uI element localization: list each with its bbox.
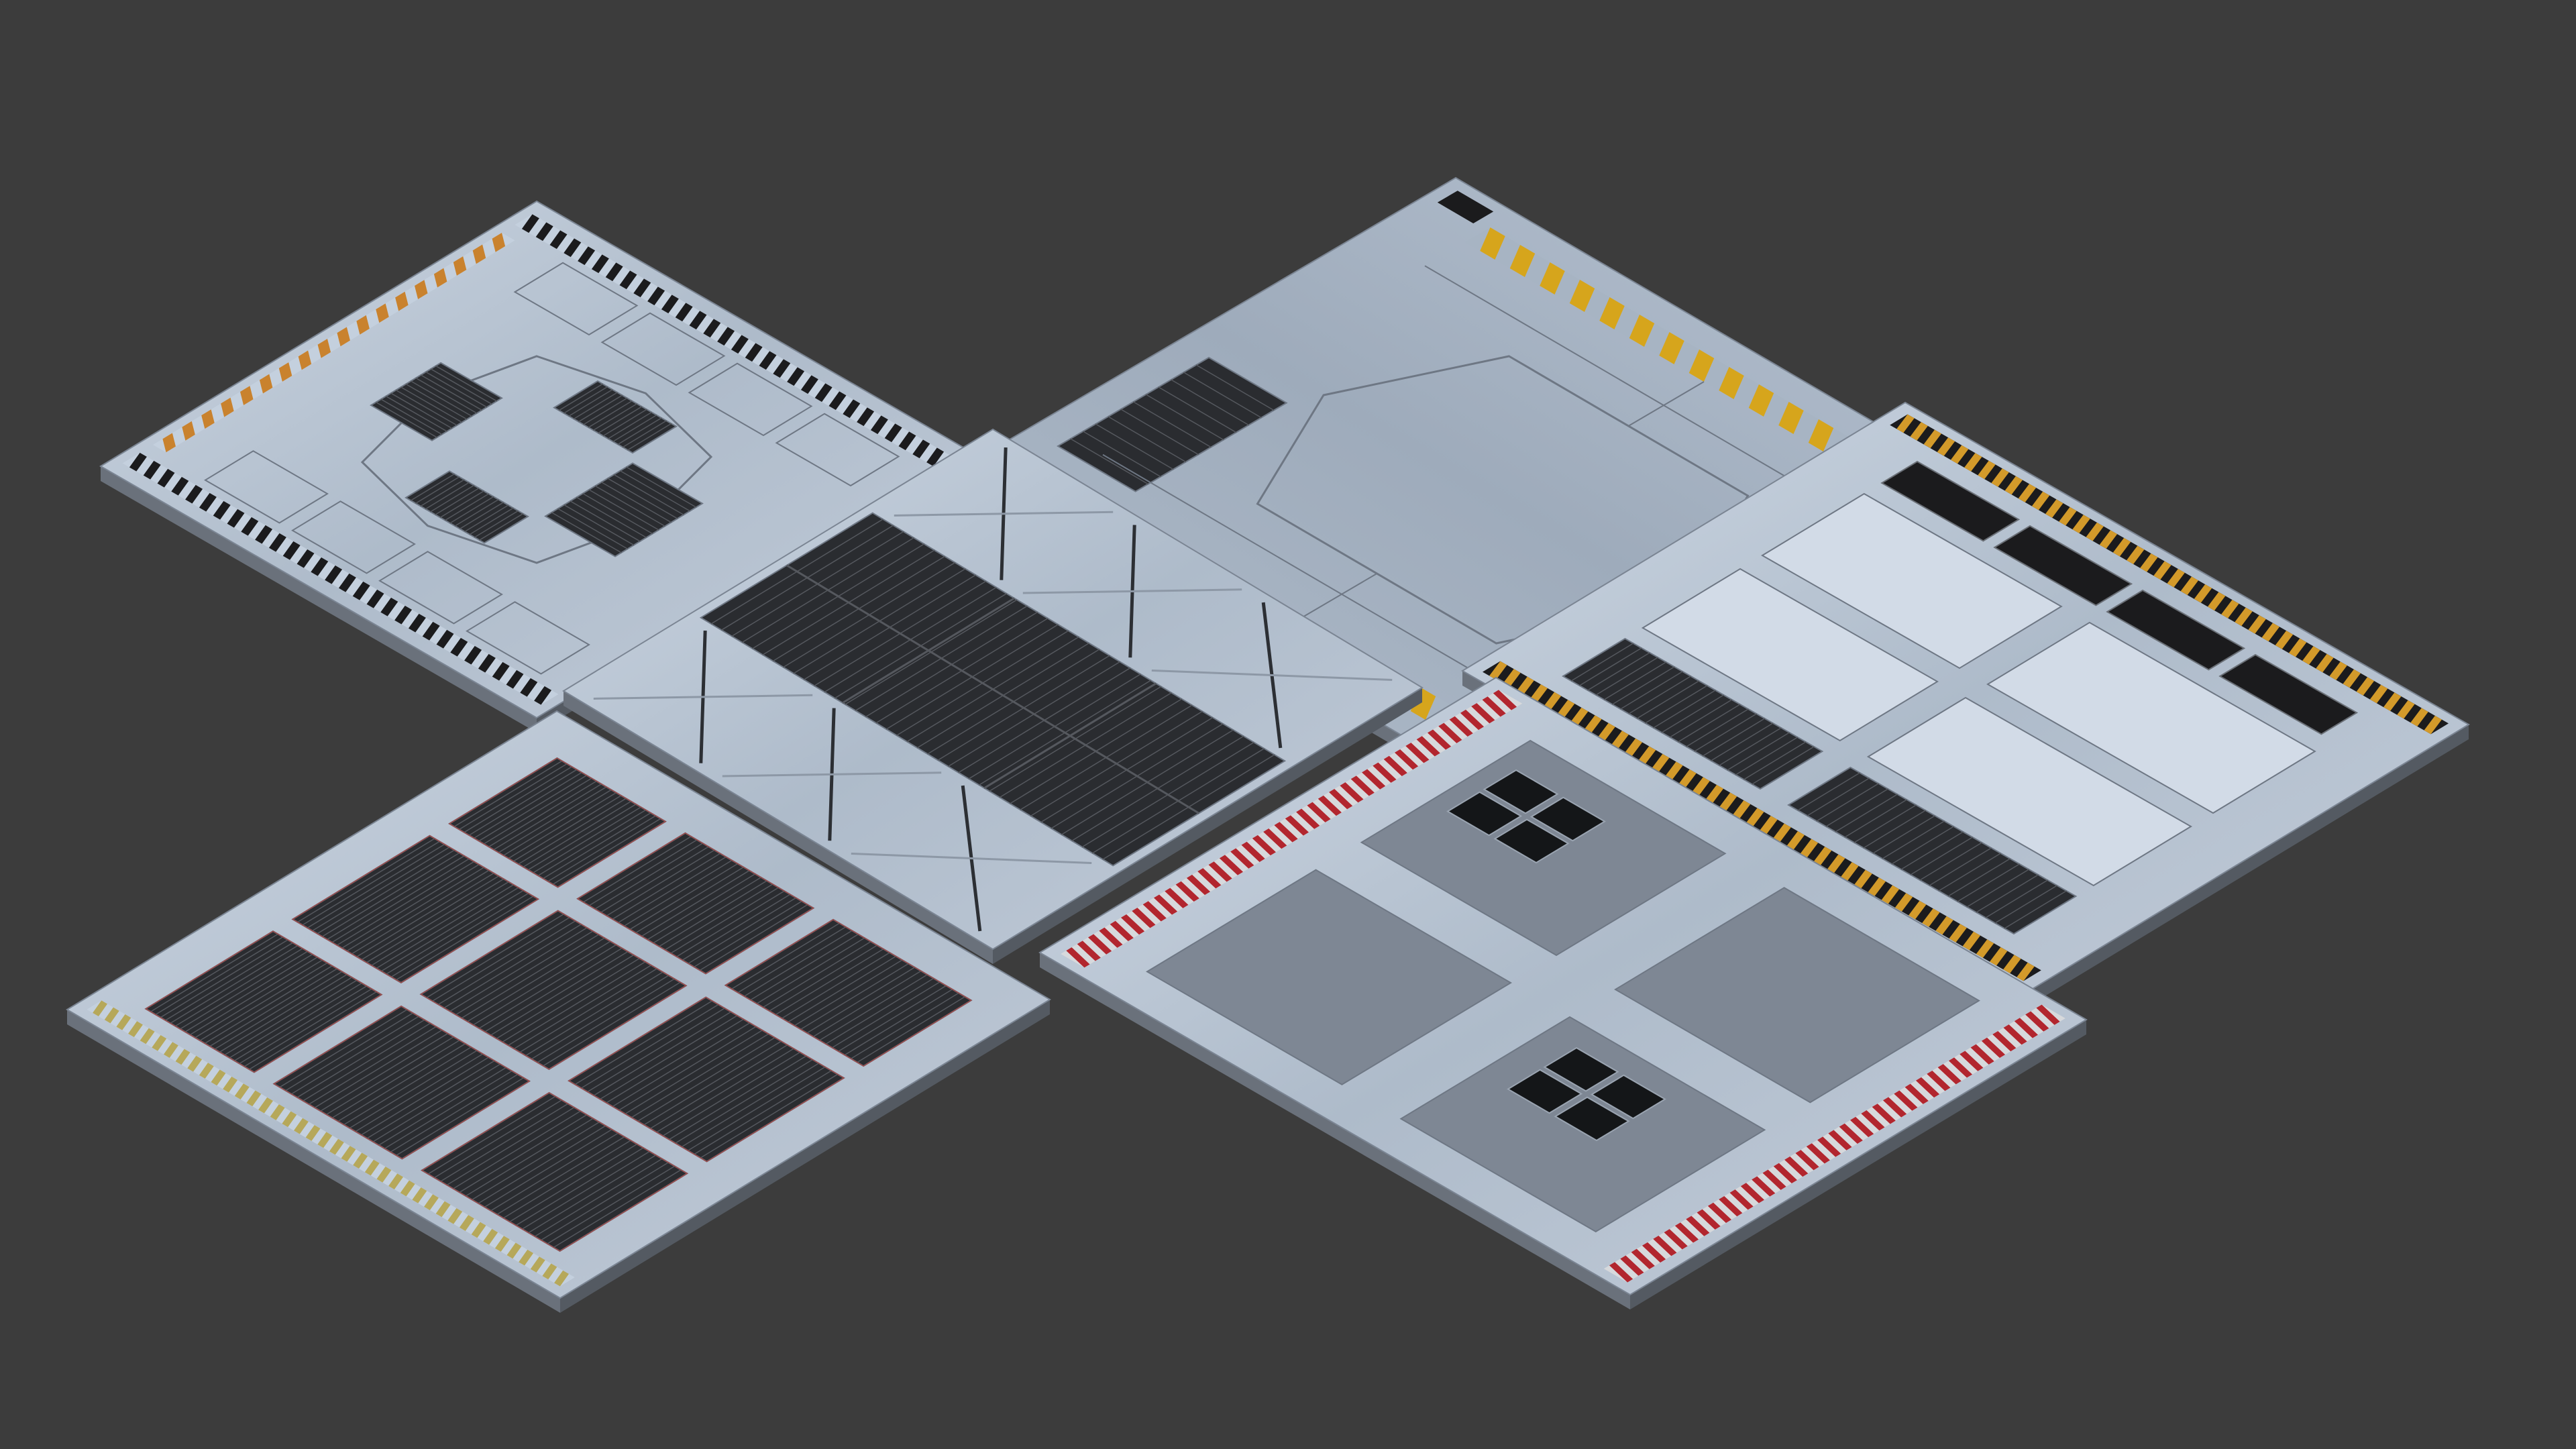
tileset-render — [66, 176, 2470, 1313]
tiles-layer — [66, 176, 2470, 1313]
